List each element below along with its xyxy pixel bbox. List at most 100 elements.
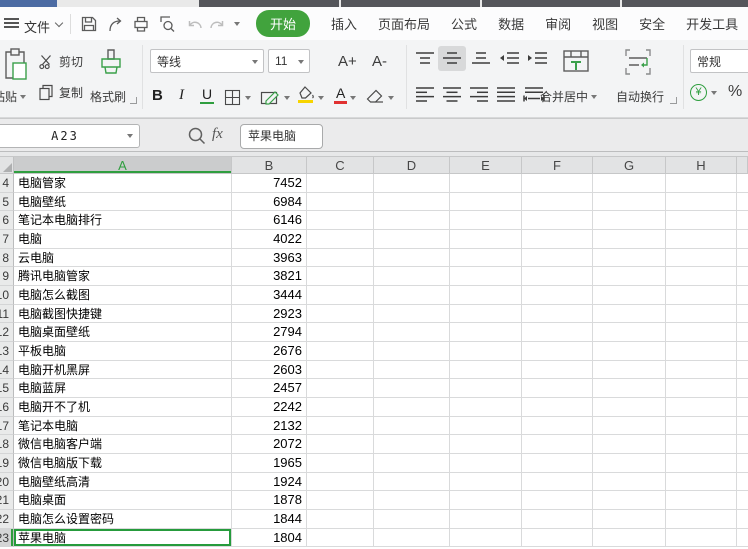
cell-partial[interactable] [737, 379, 748, 398]
cell-B18[interactable]: 2072 [232, 435, 307, 454]
cell-D5[interactable] [374, 193, 450, 212]
cell-partial[interactable] [737, 211, 748, 230]
paste-button[interactable]: 粘贴 [0, 88, 26, 105]
cell-E11[interactable] [450, 305, 522, 324]
column-header-E[interactable]: E [450, 157, 522, 174]
cell-D22[interactable] [374, 510, 450, 529]
column-header-G[interactable]: G [593, 157, 666, 174]
cell-H20[interactable] [666, 473, 737, 492]
borders-icon[interactable] [224, 89, 241, 106]
cell-F21[interactable] [522, 491, 593, 510]
cell-G13[interactable] [593, 342, 666, 361]
cell-B7[interactable]: 4022 [232, 230, 307, 249]
row-header-6[interactable]: 6 [0, 211, 14, 230]
cell-E12[interactable] [450, 323, 522, 342]
cell-partial[interactable] [737, 267, 748, 286]
ribbon-tab-页面布局[interactable]: 页面布局 [378, 14, 430, 33]
cell-F18[interactable] [522, 435, 593, 454]
row-header-13[interactable]: 13 [0, 342, 14, 361]
cell-B19[interactable]: 1965 [232, 454, 307, 473]
cell-E16[interactable] [450, 398, 522, 417]
dialog-launcher[interactable] [670, 97, 677, 104]
wrap-text-icon[interactable] [622, 46, 654, 78]
cell-F9[interactable] [522, 267, 593, 286]
cell-G9[interactable] [593, 267, 666, 286]
cell-E23[interactable] [450, 529, 522, 548]
dialog-launcher[interactable] [130, 97, 137, 104]
cell-F22[interactable] [522, 510, 593, 529]
cell-H10[interactable] [666, 286, 737, 305]
cell-B9[interactable]: 3821 [232, 267, 307, 286]
align-bottom-icon[interactable] [470, 51, 492, 66]
cell-B4[interactable]: 7452 [232, 174, 307, 193]
cell-partial[interactable] [737, 510, 748, 529]
cell-F16[interactable] [522, 398, 593, 417]
ribbon-tab-开发工具[interactable]: 开发工具 [686, 14, 738, 33]
cell-C8[interactable] [307, 249, 374, 268]
cell-H8[interactable] [666, 249, 737, 268]
cell-A8[interactable]: 云电脑 [14, 249, 232, 268]
cell-E4[interactable] [450, 174, 522, 193]
cell-partial[interactable] [737, 361, 748, 380]
row-header-11[interactable]: 11 [0, 305, 14, 324]
cell-G16[interactable] [593, 398, 666, 417]
cell-partial[interactable] [737, 529, 748, 548]
cell-partial[interactable] [737, 305, 748, 324]
cell-E13[interactable] [450, 342, 522, 361]
name-box-dropdown[interactable] [127, 134, 133, 138]
cell-C18[interactable] [307, 435, 374, 454]
cell-partial[interactable] [737, 193, 748, 212]
cell-B23[interactable]: 1804 [232, 529, 307, 548]
cell-G23[interactable] [593, 529, 666, 548]
cell-A5[interactable]: 电脑壁纸 [14, 193, 232, 212]
cell-D18[interactable] [374, 435, 450, 454]
cell-A15[interactable]: 电脑蓝屏 [14, 379, 232, 398]
fx-icon[interactable]: fx [212, 126, 223, 143]
currency-format-button[interactable]: ¥ [690, 84, 717, 101]
cell-C7[interactable] [307, 230, 374, 249]
clear-icon[interactable] [366, 88, 385, 104]
cell-B17[interactable]: 2132 [232, 417, 307, 436]
cell-B12[interactable]: 2794 [232, 323, 307, 342]
justify-icon[interactable] [495, 86, 517, 103]
row-header-23[interactable]: 23 [0, 529, 14, 548]
fill-color-dropdown[interactable] [318, 96, 324, 100]
cell-B5[interactable]: 6984 [232, 193, 307, 212]
format-painter-button[interactable]: 格式刷 [90, 88, 126, 105]
cell-D10[interactable] [374, 286, 450, 305]
cell-G8[interactable] [593, 249, 666, 268]
column-header-A[interactable]: A [14, 157, 232, 174]
cell-partial[interactable] [737, 323, 748, 342]
cell-D6[interactable] [374, 211, 450, 230]
cell-C13[interactable] [307, 342, 374, 361]
align-middle-icon[interactable] [438, 46, 466, 71]
save-icon[interactable] [78, 13, 100, 35]
cell-A14[interactable]: 电脑开机黑屏 [14, 361, 232, 380]
column-header-B[interactable]: B [232, 157, 307, 174]
print-icon[interactable] [130, 13, 152, 35]
cell-A12[interactable]: 电脑桌面壁纸 [14, 323, 232, 342]
cell-F11[interactable] [522, 305, 593, 324]
align-top-icon[interactable] [414, 51, 436, 66]
ribbon-tab-插入[interactable]: 插入 [331, 14, 357, 33]
export-pdf-icon[interactable] [104, 13, 126, 35]
cell-F4[interactable] [522, 174, 593, 193]
cell-partial[interactable] [737, 230, 748, 249]
cell-G6[interactable] [593, 211, 666, 230]
underline-button[interactable]: U [200, 86, 214, 104]
cell-partial[interactable] [737, 417, 748, 436]
cell-F8[interactable] [522, 249, 593, 268]
borders-dropdown[interactable] [245, 96, 251, 100]
cell-D21[interactable] [374, 491, 450, 510]
cell-D15[interactable] [374, 379, 450, 398]
cell-E21[interactable] [450, 491, 522, 510]
cell-H17[interactable] [666, 417, 737, 436]
decrease-indent-icon[interactable] [498, 51, 521, 66]
cell-H16[interactable] [666, 398, 737, 417]
cell-A20[interactable]: 电脑壁纸高清 [14, 473, 232, 492]
column-header-partial[interactable] [737, 157, 748, 174]
fill-color-icon[interactable] [298, 86, 315, 99]
cell-B22[interactable]: 1844 [232, 510, 307, 529]
copy-button[interactable]: 复制 [38, 84, 83, 101]
cell-H7[interactable] [666, 230, 737, 249]
